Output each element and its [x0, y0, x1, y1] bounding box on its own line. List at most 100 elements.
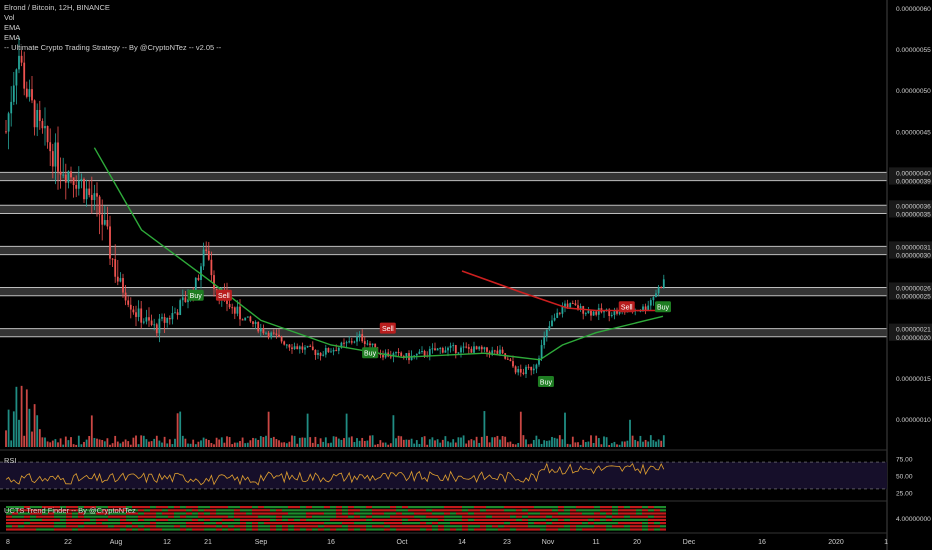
buy-signal[interactable]: Buy [362, 347, 379, 359]
trend-cell [342, 525, 348, 528]
trend-cell [18, 525, 24, 528]
trend-cell [234, 518, 240, 521]
sell-signal[interactable]: Sell [215, 289, 232, 301]
trend-cell [276, 506, 282, 509]
trend-finder-label[interactable]: UCTS Trend Finder -- By @CryptoNTez [4, 506, 136, 515]
trend-cell [276, 525, 282, 528]
trend-cell [150, 525, 156, 528]
trend-cell [636, 525, 642, 528]
candle-body [262, 328, 265, 334]
symbol-title[interactable]: Elrond / Bitcoin, 12H, BINANCE [4, 3, 221, 13]
trend-cell [252, 522, 258, 525]
candle-body [257, 321, 260, 332]
candle-body [571, 303, 574, 305]
trend-cell [48, 528, 54, 531]
strategy-indicator-label[interactable]: -- Ultimate Crypto Trading Strategy -- B… [4, 43, 221, 53]
trend-cell [456, 522, 462, 525]
trend-cell [372, 528, 378, 531]
trend-cell [270, 528, 276, 531]
trend-cell [108, 522, 114, 525]
trend-cell [546, 528, 552, 531]
trend-cell [498, 512, 504, 515]
volume-bar [244, 443, 247, 447]
volume-bar [262, 437, 265, 447]
volume-bar [85, 439, 88, 447]
trend-cell [162, 518, 168, 521]
trend-cell [60, 515, 66, 518]
candle-body [322, 354, 325, 356]
trend-cell [402, 515, 408, 518]
trend-cell [498, 506, 504, 509]
candle-body [122, 278, 124, 293]
volume-bar [129, 444, 132, 447]
trend-cell [390, 506, 396, 509]
trend-cell [192, 525, 198, 528]
buy-signal[interactable]: Buy [187, 289, 204, 301]
trend-cell [624, 506, 630, 509]
trend-cell [504, 518, 510, 521]
trend-cell [516, 512, 522, 515]
trend-cell [306, 509, 312, 512]
trend-cell [660, 518, 666, 521]
sell-signal[interactable]: Sell [379, 322, 396, 334]
trend-cell [168, 515, 174, 518]
time-tick-label: 11 [592, 539, 599, 546]
trend-cell [618, 518, 624, 521]
candle-body [207, 250, 210, 260]
trend-cell [120, 522, 126, 525]
volume-bar [452, 439, 455, 447]
time-tick-label: 12 [163, 539, 171, 546]
trend-cell [540, 509, 546, 512]
trend-cell [324, 515, 330, 518]
volume-bar [350, 436, 353, 447]
trend-cell [336, 528, 342, 531]
trend-cell [408, 512, 414, 515]
buy-signal[interactable]: Buy [537, 376, 554, 388]
trend-cell [162, 528, 168, 531]
volume-bar [465, 443, 468, 447]
candle-body [210, 259, 213, 276]
price-chart[interactable]: Buy Sell Sell Buy Buy Sell Buy 0.00000060 0.000… [0, 0, 932, 550]
trend-cell [354, 525, 360, 528]
trend-cell [258, 525, 264, 528]
trend-cell [102, 522, 108, 525]
trend-cell [546, 522, 552, 525]
trend-cell [648, 515, 654, 518]
trend-cell [48, 525, 54, 528]
trend-cell [252, 518, 258, 521]
trend-cell [426, 512, 432, 515]
candle-body [127, 300, 130, 305]
ema-indicator-label[interactable]: EMA [4, 23, 221, 33]
time-tick-label: 21 [204, 539, 212, 546]
trend-cell [456, 509, 462, 512]
vol-indicator-label[interactable]: Vol [4, 13, 221, 23]
trend-cell [264, 506, 270, 509]
volume-bar [72, 444, 75, 447]
trend-cell [396, 525, 402, 528]
candle-body [283, 341, 286, 345]
trend-cell [516, 506, 522, 509]
sell-signal[interactable]: Sell [618, 301, 635, 313]
trend-cell [450, 528, 456, 531]
rsi-label[interactable]: RSI [4, 456, 17, 465]
trend-cell [300, 518, 306, 521]
time-tick-label: 23 [503, 539, 511, 546]
trend-cell [558, 525, 564, 528]
trend-cell [204, 528, 210, 531]
trend-cell [150, 522, 156, 525]
candle-body [202, 249, 205, 267]
trend-cell [642, 506, 648, 509]
candle-body [155, 324, 158, 334]
volume-bar [345, 413, 348, 447]
ema-indicator-label[interactable]: EMA [4, 33, 221, 43]
volume-bar [257, 439, 260, 447]
trend-cell [348, 515, 354, 518]
buy-signal[interactable]: Buy [655, 301, 671, 313]
trend-cell [186, 512, 192, 515]
volume-bar [623, 441, 626, 447]
trend-cell [12, 515, 18, 518]
candle-body [90, 194, 93, 201]
trend-cell [480, 522, 486, 525]
volume-bar [488, 442, 491, 447]
trend-cell [138, 518, 144, 521]
